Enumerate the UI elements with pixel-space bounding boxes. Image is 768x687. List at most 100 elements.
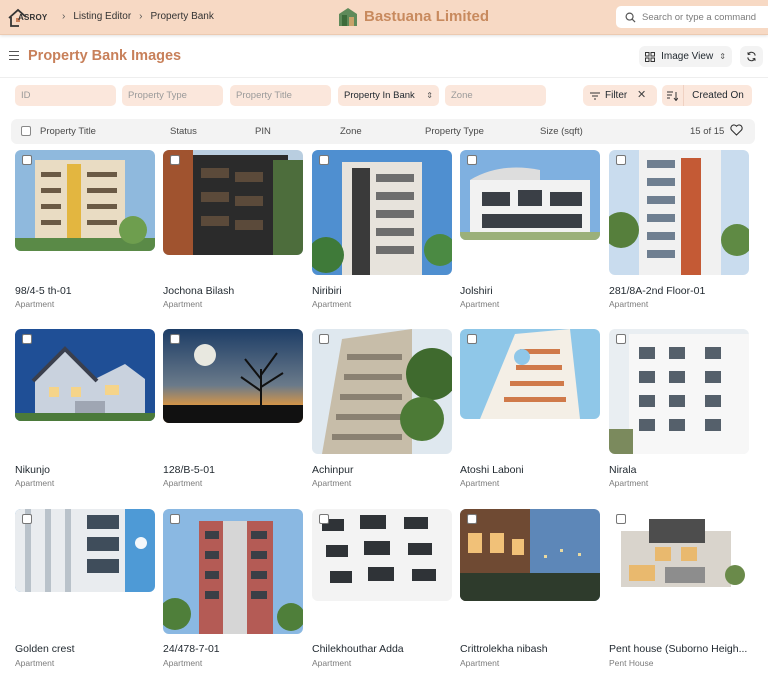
zone-filter-input[interactable]: Zone [445, 85, 546, 106]
top-navbar: ASROY › Listing Editor › Property Bank B… [0, 0, 768, 35]
property-in-bank-select[interactable]: Property In Bank ⇕ [338, 85, 439, 106]
card-title[interactable]: Golden crest [15, 643, 155, 655]
property-image[interactable] [15, 329, 155, 421]
select-all-checkbox[interactable] [21, 126, 31, 136]
property-image[interactable] [312, 150, 452, 275]
card-checkbox[interactable] [467, 334, 477, 344]
page-title: Property Bank Images [28, 48, 182, 64]
card-checkbox[interactable] [616, 155, 626, 165]
card-type: Apartment [460, 658, 500, 668]
search-icon [625, 12, 636, 23]
grid-icon [645, 51, 656, 62]
card-type: Apartment [15, 658, 55, 668]
card-type: Apartment [460, 478, 500, 488]
refresh-icon [747, 51, 756, 62]
card-title[interactable]: Crittrolekha nibash [460, 643, 600, 655]
filter-button[interactable]: Filter ✕ [583, 85, 657, 106]
property-image[interactable] [609, 329, 749, 454]
property-image[interactable] [312, 329, 452, 454]
property-image[interactable] [460, 150, 600, 240]
search-bar[interactable]: Search or type a command [616, 6, 768, 28]
card-title[interactable]: Nikunjo [15, 464, 155, 476]
card-checkbox[interactable] [170, 334, 180, 344]
card-checkbox[interactable] [22, 514, 32, 524]
property-image[interactable] [609, 509, 749, 601]
filter-icon [590, 92, 600, 99]
card-checkbox[interactable] [170, 155, 180, 165]
column-property-title: Property Title [40, 126, 96, 137]
card-title[interactable]: 24/478-7-01 [163, 643, 303, 655]
refresh-button[interactable] [740, 46, 763, 67]
property-image[interactable] [163, 509, 303, 634]
column-status: Status [170, 126, 197, 137]
id-filter-input[interactable]: ID [15, 85, 116, 106]
chevron-updown-icon: ⇕ [426, 91, 433, 100]
card-checkbox[interactable] [467, 514, 477, 524]
card-checkbox[interactable] [22, 155, 32, 165]
property-image[interactable] [460, 509, 600, 601]
property-title-filter-input[interactable]: Property Title [230, 85, 331, 106]
brand: Bastuana Limited [338, 6, 489, 27]
card-checkbox[interactable] [319, 155, 329, 165]
result-count: 15 of 15 [690, 126, 725, 137]
card-type: Pent House [609, 658, 654, 668]
property-image[interactable] [163, 329, 303, 423]
sort-by-button[interactable]: Created On [683, 85, 752, 106]
brand-name: Bastuana Limited [364, 8, 490, 25]
card-title[interactable]: Jochona Bilash [163, 285, 303, 297]
card-type: Apartment [312, 299, 352, 309]
card-type: Apartment [15, 478, 55, 488]
card-title[interactable]: 98/4-5 th-01 [15, 285, 155, 297]
filter-bar: ID Property Type Property Title Property… [0, 78, 768, 116]
list-header: Property Title Status PIN Zone Property … [11, 119, 755, 144]
card-title[interactable]: 128/B-5-01 [163, 464, 303, 476]
breadcrumb-listing-editor[interactable]: Listing Editor [73, 11, 131, 22]
chevron-right-icon: › [139, 11, 143, 22]
property-image[interactable] [609, 150, 749, 275]
card-checkbox[interactable] [616, 514, 626, 524]
menu-icon[interactable] [9, 51, 19, 60]
sort-direction-button[interactable] [662, 85, 683, 106]
heart-icon[interactable] [730, 124, 743, 136]
card-checkbox[interactable] [616, 334, 626, 344]
card-title[interactable]: Niribiri [312, 285, 452, 297]
breadcrumb-property-bank[interactable]: Property Bank [151, 11, 214, 22]
view-label: Image View [661, 51, 714, 62]
brand-building-icon [339, 8, 357, 26]
sort-descending-icon [667, 91, 678, 101]
card-title[interactable]: Chilekhouthar Adda [312, 643, 452, 655]
page-header: Property Bank Images Image View ⇕ [0, 36, 768, 78]
card-type: Apartment [312, 478, 352, 488]
card-title[interactable]: Atoshi Laboni [460, 464, 600, 476]
filter-label: Filter [605, 90, 628, 101]
property-type-filter-input[interactable]: Property Type [122, 85, 223, 106]
card-checkbox[interactable] [467, 155, 477, 165]
card-checkbox[interactable] [319, 514, 329, 524]
column-property-type: Property Type [425, 126, 484, 137]
card-checkbox[interactable] [170, 514, 180, 524]
column-size: Size (sqft) [540, 126, 583, 137]
property-image[interactable] [312, 509, 452, 601]
card-type: Apartment [609, 478, 649, 488]
clear-filter-icon[interactable]: ✕ [637, 88, 646, 101]
card-title[interactable]: Pent house (Suborno Heigh... [609, 643, 749, 655]
card-title[interactable]: Jolshiri [460, 285, 600, 297]
property-image[interactable] [460, 329, 600, 419]
column-pin: PIN [255, 126, 271, 137]
card-type: Apartment [15, 299, 55, 309]
chevron-updown-icon: ⇕ [719, 52, 726, 61]
card-title[interactable]: 281/8A-2nd Floor-01 [609, 285, 749, 297]
card-type: Apartment [609, 299, 649, 309]
property-image[interactable] [15, 509, 155, 592]
property-image[interactable] [15, 150, 155, 251]
card-type: Apartment [460, 299, 500, 309]
card-title[interactable]: Nirala [609, 464, 749, 476]
card-title[interactable]: Achinpur [312, 464, 452, 476]
column-zone: Zone [340, 126, 362, 137]
card-type: Apartment [163, 478, 203, 488]
view-switcher-button[interactable]: Image View ⇕ [639, 46, 732, 67]
property-image[interactable] [163, 150, 303, 255]
card-checkbox[interactable] [319, 334, 329, 344]
card-checkbox[interactable] [22, 334, 32, 344]
chevron-right-icon: › [62, 11, 66, 22]
